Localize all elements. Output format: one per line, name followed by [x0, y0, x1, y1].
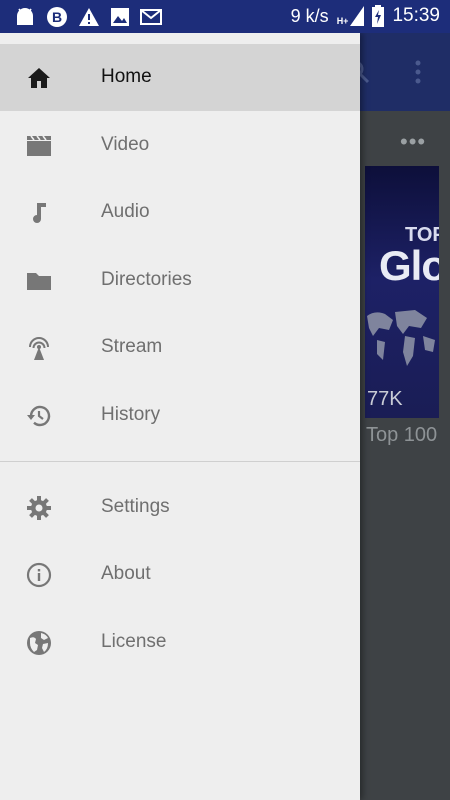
signal-icon — [350, 6, 365, 26]
drawer-item-home[interactable]: Home — [0, 44, 360, 111]
drawer-item-settings[interactable]: Settings — [0, 474, 360, 541]
folder-icon — [27, 273, 51, 290]
video-thumbnail[interactable]: TOP Glo 77K — [365, 166, 439, 418]
warning-icon — [79, 8, 99, 26]
drawer-item-stream[interactable]: Stream — [0, 314, 360, 381]
gear-icon — [27, 496, 51, 520]
battery-charging-icon — [372, 5, 385, 27]
history-icon — [27, 405, 51, 427]
info-icon — [26, 562, 52, 588]
mail-icon — [140, 9, 162, 25]
drawer-item-label: History — [101, 404, 161, 425]
status-bar: B 9 k/s H+ 15:39 — [0, 0, 450, 33]
drawer-item-label: Video — [101, 134, 150, 155]
view-count: 77K — [367, 388, 403, 410]
drawer-item-audio[interactable]: Audio — [0, 179, 360, 246]
video-title[interactable]: Top 100 — [366, 424, 437, 447]
android-icon — [17, 8, 33, 25]
overflow-menu-icon[interactable] — [410, 59, 426, 85]
drawer-item-label: About — [101, 563, 151, 584]
drawer-divider — [0, 461, 360, 462]
video-icon — [27, 135, 51, 156]
drawer-item-label: Directories — [101, 269, 192, 290]
drawer-item-video[interactable]: Video — [0, 112, 360, 179]
drawer-item-label: License — [101, 631, 167, 652]
signal-indicator: H+ — [337, 6, 365, 26]
navigation-drawer: Home Video Audio Directories Stream Hist… — [0, 33, 360, 800]
svg-text:B: B — [52, 9, 62, 25]
drawer-item-history[interactable]: History — [0, 382, 360, 449]
notification-icons: B — [14, 6, 162, 28]
drawer-item-directories[interactable]: Directories — [0, 247, 360, 314]
drawer-item-label: Settings — [101, 496, 170, 517]
image-icon — [111, 8, 129, 26]
thumb-text-big: Glo — [379, 242, 439, 289]
drawer-item-label: Stream — [101, 336, 163, 357]
globe-icon — [27, 631, 51, 655]
drawer-item-label: Audio — [101, 201, 150, 222]
home-icon — [28, 68, 50, 88]
network-type: H+ — [336, 16, 349, 26]
music-note-icon — [33, 203, 46, 223]
drawer-item-license[interactable]: License — [0, 609, 360, 676]
network-speed: 9 k/s — [290, 5, 329, 26]
drawer-item-label: Home — [101, 66, 152, 87]
drawer-item-about[interactable]: About — [0, 541, 360, 608]
clock: 15:39 — [392, 5, 440, 26]
stream-antenna-icon — [29, 337, 49, 360]
b-badge-icon: B — [47, 7, 67, 27]
world-map-image — [367, 310, 435, 366]
more-dots-icon[interactable]: ••• — [400, 129, 426, 155]
system-icons: 9 k/s H+ 15:39 — [291, 5, 440, 27]
